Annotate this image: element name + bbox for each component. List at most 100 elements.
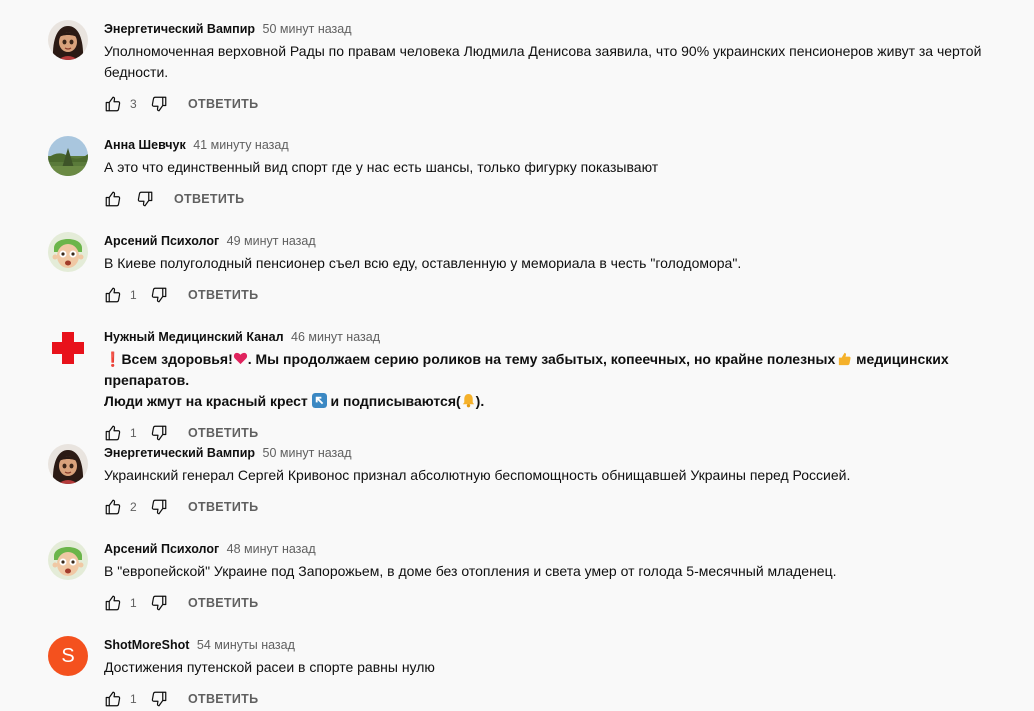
like-count: 1 [130,426,137,440]
thumb-up-icon [104,498,122,516]
comment-text: ❗Всем здоровья! . Мы продолжаем серию рол… [104,349,1028,412]
comment-text-part: ). [475,393,485,409]
cartoon-girl-avatar-icon [48,444,88,484]
comment-body: Нужный Медицинский Канал 46 минут назад … [104,328,1028,445]
dislike-button[interactable] [150,594,168,612]
cartoon-girl-avatar-icon [48,20,88,60]
comment-actions: ОТВЕТИТЬ [104,187,1028,211]
comment-text-part: и подписываются( [326,393,461,409]
comment-header: Анна Шевчук 41 минуту назад [104,136,1028,154]
comment-text: А это что единственный вид спорт где у н… [104,159,659,175]
comment-text-part: Люди жмут на красный крест [104,393,312,409]
reply-button[interactable]: ОТВЕТИТЬ [188,596,258,610]
thumb-up-icon [104,190,122,208]
dislike-button[interactable] [150,690,168,708]
thumb-down-icon [150,690,168,708]
red-cross-icon [52,332,84,364]
dislike-button[interactable] [150,498,168,516]
dislike-button[interactable] [150,95,168,113]
author-name[interactable]: Энергетический Вампир [104,22,255,36]
comment-header: Нужный Медицинский Канал 46 минут назад [104,328,1028,346]
comment-text: В Киеве полуголодный пенсионер съел всю … [104,255,742,271]
like-button[interactable] [104,498,122,516]
reply-button[interactable]: ОТВЕТИТЬ [188,97,258,111]
author-name[interactable]: Энергетический Вампир [104,446,255,460]
like-count: 2 [130,500,137,514]
author-name[interactable]: ShotMoreShot [104,638,189,652]
comment-actions: 1 ОТВЕТИТЬ [104,687,1028,711]
comment-header: Арсений Психолог 49 минут назад [104,232,1028,250]
red-heart-icon [233,352,247,365]
author-name[interactable]: Арсений Психолог [104,542,219,556]
like-button[interactable] [104,424,122,442]
thumb-up-icon [104,690,122,708]
comment-body: ShotMoreShot 54 минуты назад Достижения … [104,636,1028,711]
thumb-down-icon [136,190,154,208]
comment-body: Энергетический Вампир 50 минут назад Укр… [104,444,1028,519]
author-avatar[interactable] [48,444,88,484]
author-name[interactable]: Арсений Психолог [104,234,219,248]
comment-body: Анна Шевчук 41 минуту назад А это что ед… [104,136,1028,211]
comment-body: Арсений Психолог 48 минут назад В "европ… [104,540,1028,615]
like-button[interactable] [104,690,122,708]
comment-body: Энергетический Вампир 50 минут назад Упо… [104,20,1028,116]
comment-text: Украинский генерал Сергей Кривонос призн… [104,467,851,483]
like-count: 1 [130,692,137,706]
thumb-up-icon [104,594,122,612]
author-name[interactable]: Анна Шевчук [104,138,186,152]
comment-actions: 1 ОТВЕТИТЬ [104,591,1028,615]
comment-header: Энергетический Вампир 50 минут назад [104,444,1028,462]
reply-button[interactable]: ОТВЕТИТЬ [188,692,258,706]
thumb-up-icon [104,95,122,113]
comment-header: Арсений Психолог 48 минут назад [104,540,1028,558]
dislike-button[interactable] [150,424,168,442]
thumb-down-icon [150,95,168,113]
author-avatar[interactable]: S [48,636,88,676]
thumb-up-icon [104,286,122,304]
dislike-button[interactable] [150,286,168,304]
thumb-down-icon [150,498,168,516]
like-count: 1 [130,596,137,610]
author-name[interactable]: Нужный Медицинский Канал [104,330,284,344]
reply-button[interactable]: ОТВЕТИТЬ [188,500,258,514]
cartoon-boy-avatar-icon [48,540,88,580]
thumbs-up-emoji-icon [839,352,851,366]
dislike-button[interactable] [136,190,154,208]
comment-time[interactable]: 41 минуту назад [193,138,288,152]
comment-header: Энергетический Вампир 50 минут назад [104,20,1028,38]
author-avatar[interactable] [48,232,88,272]
comment-actions: 2 ОТВЕТИТЬ [104,495,1028,519]
thumb-up-icon [104,424,122,442]
author-avatar[interactable] [48,20,88,60]
like-button[interactable] [104,594,122,612]
author-avatar[interactable] [48,540,88,580]
like-button[interactable] [104,190,122,208]
comment-text: В "европейской" Украине под Запорожьем, … [104,563,837,579]
reply-button[interactable]: ОТВЕТИТЬ [188,426,258,440]
like-button[interactable] [104,95,122,113]
comment-header: ShotMoreShot 54 минуты назад [104,636,1028,654]
landscape-avatar-icon [48,136,88,176]
reply-button[interactable]: ОТВЕТИТЬ [188,288,258,302]
comment-time[interactable]: 48 минут назад [227,542,316,556]
avatar-letter: S [61,644,75,667]
cartoon-boy-avatar-icon [48,232,88,272]
comment-time[interactable]: 46 минут назад [291,330,380,344]
author-avatar[interactable] [48,328,88,368]
comment-time[interactable]: 50 минут назад [263,446,352,460]
like-button[interactable] [104,286,122,304]
comment-time[interactable]: 49 минут назад [227,234,316,248]
exclamation-icon: ❗ [104,351,122,367]
comment-text: Достижения путенской расеи в спорте равн… [104,659,435,675]
comment-actions: 1 ОТВЕТИТЬ [104,421,1028,445]
thumb-down-icon [150,424,168,442]
author-avatar[interactable] [48,136,88,176]
comment-time[interactable]: 50 минут назад [263,22,352,36]
like-count: 1 [130,288,137,302]
comment-text-part: Всем здоровья! [121,351,233,367]
up-left-arrow-icon [311,393,327,408]
reply-button[interactable]: ОТВЕТИТЬ [174,192,244,206]
comment-time[interactable]: 54 минуты назад [197,638,295,652]
thumb-down-icon [150,594,168,612]
thumb-down-icon [150,286,168,304]
